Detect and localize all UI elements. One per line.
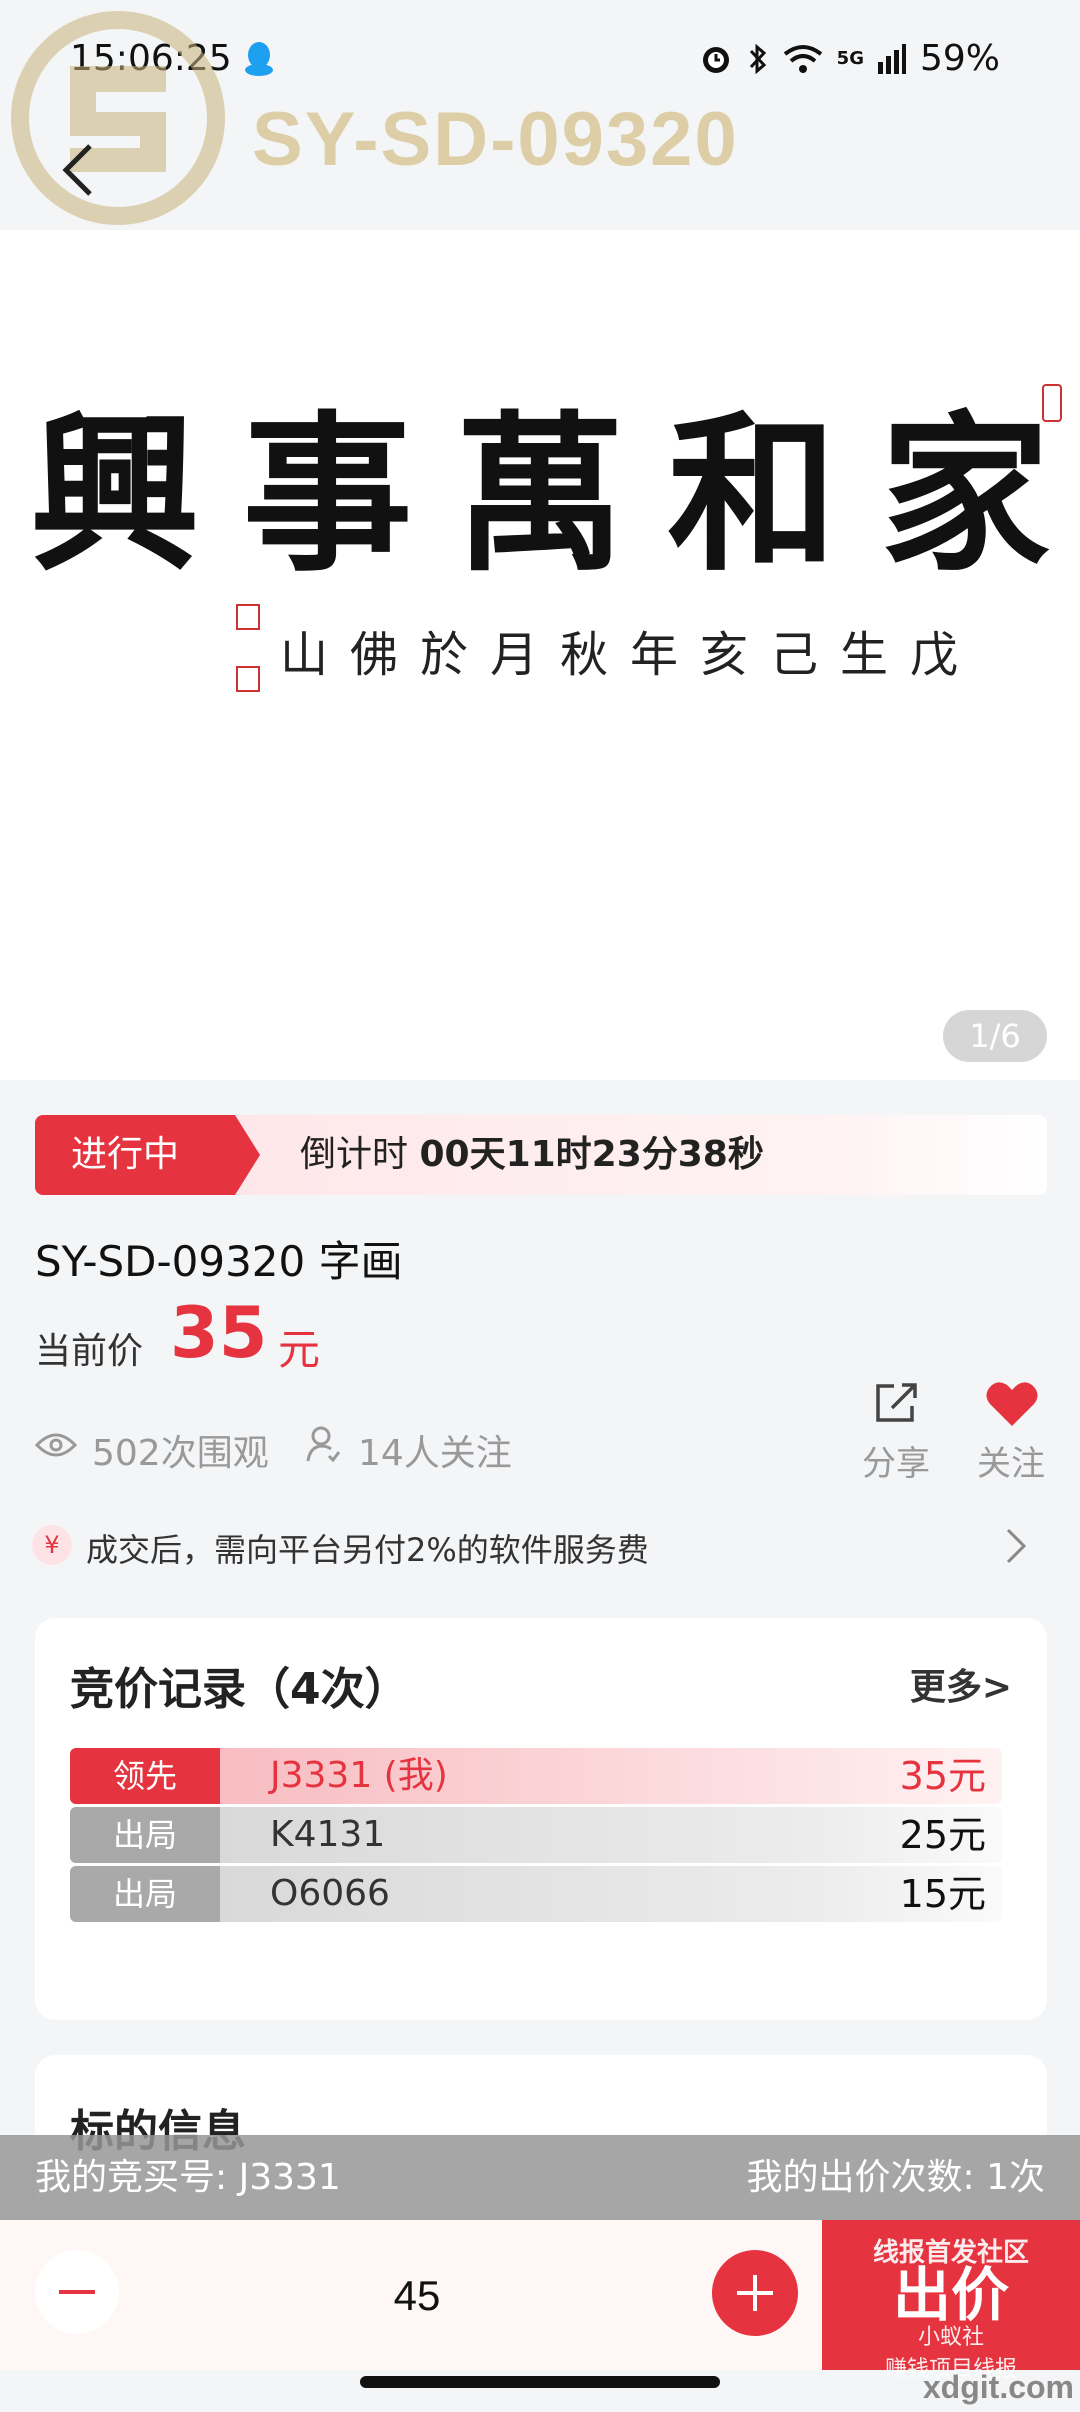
seal-stamp: [1042, 384, 1062, 422]
view-count: 502次围观: [92, 1433, 269, 1474]
bid-records-title: 竞价记录（4次）: [70, 1664, 409, 1715]
bidder-id: K4131: [270, 1814, 386, 1855]
bid-amount: 15元: [899, 1872, 986, 1916]
price-label: 当前价: [35, 1331, 144, 1372]
corner-watermark: xdgit.com: [922, 2369, 1074, 2405]
bid-tag: 出局: [70, 1866, 220, 1922]
price-unit: 元: [278, 1325, 321, 1374]
plus-icon: [737, 2275, 773, 2311]
user-icon: [306, 1426, 341, 1463]
my-bidding-strip: 我的竞买号: J3331 我的出价次数: 1次: [0, 2135, 1080, 2220]
bid-tag: 出局: [70, 1807, 220, 1863]
increase-button[interactable]: [712, 2250, 798, 2336]
minus-icon: [59, 2290, 95, 2294]
back-arrow-icon[interactable]: [56, 140, 106, 200]
network-type: 5G: [836, 48, 864, 69]
current-price: 35: [170, 1292, 268, 1374]
watermark-code: SY-SD-09320: [252, 97, 739, 182]
heart-icon[interactable]: [984, 1380, 1040, 1428]
calligraphy-inscription: 山佛於月秋年亥己生戊: [280, 627, 981, 683]
chevron-right-icon[interactable]: [1004, 1526, 1028, 1566]
bidder-id: O6066: [270, 1873, 390, 1914]
bid-row: 出局 O6066 15元: [70, 1866, 1002, 1922]
watermark-badge-line: 小蚁社: [917, 2325, 984, 2350]
my-bid-count: 我的出价次数: 1次: [746, 2157, 1045, 2198]
lot-title: SY-SD-09320 字画: [35, 1237, 403, 1286]
image-page-indicator: 1/6: [943, 1010, 1047, 1062]
share-icon[interactable]: [872, 1380, 920, 1426]
bid-records-card: 竞价记录（4次） 更多> 领先 J3331 (我) 35元 出局 K4131 2…: [35, 1618, 1047, 2020]
countdown-value: 00天11时23分38秒: [419, 1134, 764, 1175]
signal-icon: [877, 43, 906, 74]
fee-notice[interactable]: 成交后，需向平台另付2%的软件服务费: [86, 1525, 649, 1571]
seal-stamp: [236, 604, 260, 630]
qq-icon: [245, 42, 273, 76]
bid-amount-input[interactable]: [300, 2255, 534, 2337]
watermark-badge-line: 线报首发社区: [872, 2238, 1029, 2268]
my-bidder-number: 我的竞买号: J3331: [35, 2157, 341, 2198]
status-icons: 5G 59%: [699, 38, 1000, 79]
alarm-icon: [702, 46, 729, 73]
more-bids-link[interactable]: 更多>: [910, 1658, 1012, 1710]
yuan-icon: ¥: [32, 1525, 72, 1565]
bidder-id: J3331 (我): [270, 1755, 448, 1796]
wifi-icon: [783, 44, 822, 73]
bid-tag: 领先: [70, 1748, 220, 1804]
home-indicator[interactable]: [360, 2376, 720, 2388]
bid-action-bar: 出价 线报首发社区 小蚁社 赚钱项目线报: [0, 2220, 1080, 2382]
bluetooth-icon: [749, 43, 766, 74]
auction-status-banner: 进行中 倒计时 00天11时23分38秒: [35, 1115, 1047, 1195]
calligraphy-main-text: 家和萬事興: [30, 395, 1050, 595]
watermark-badge: 线报首发社区 小蚁社 赚钱项目线报: [822, 2232, 1080, 2383]
decrease-button[interactable]: [35, 2250, 119, 2334]
follow-button[interactable]: 关注: [977, 1436, 1045, 1485]
bid-amount: 35元: [899, 1754, 986, 1798]
seal-stamp: [236, 666, 260, 692]
status-tag: 进行中: [35, 1115, 260, 1195]
battery-level: 59%: [919, 38, 1000, 79]
countdown: 倒计时 00天11时23分38秒: [300, 1115, 764, 1195]
bid-amount: 25元: [899, 1813, 986, 1857]
watermark-logo-icon: [11, 11, 225, 225]
bid-row: 领先 J3331 (我) 35元: [70, 1748, 1002, 1804]
eye-icon: [35, 1433, 77, 1457]
bid-row: 出局 K4131 25元: [70, 1807, 1002, 1863]
follower-count: 14人关注: [358, 1433, 512, 1474]
share-button[interactable]: 分享: [862, 1436, 930, 1485]
countdown-label: 倒计时: [300, 1134, 409, 1175]
